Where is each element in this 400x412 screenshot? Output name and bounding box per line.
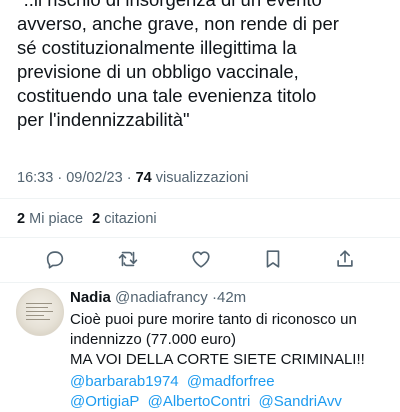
quote-line: previsione di un obbligo vaccinale,	[17, 61, 299, 82]
mention-line: @barbarab1974 @madforfree	[70, 372, 400, 392]
retweet-button[interactable]	[117, 248, 141, 272]
quotes-stat[interactable]: 2 citazioni	[92, 211, 157, 227]
quotes-count: 2	[92, 211, 101, 227]
views-label: visualizzazioni	[155, 170, 249, 186]
quote-line: costituendo una tale evenienza titolo	[17, 85, 317, 106]
mention-link[interactable]: @barbarab1974	[70, 373, 179, 390]
share-icon	[337, 250, 353, 267]
share-button[interactable]	[334, 248, 358, 272]
mention-link[interactable]: @OrtigiaP	[70, 393, 139, 410]
quote-line: per l'indennizzabilità"	[17, 109, 190, 130]
reply-button[interactable]	[44, 248, 68, 272]
tweet-meta: 16:33 · 09/02/23 · 74 visualizzazioni	[17, 170, 248, 186]
reply-line: Cioè puoi pure morire tanto di riconosco…	[70, 311, 357, 328]
quote-line: avverso, anche grave, non rende di per	[17, 13, 339, 34]
reply-line: indennizzo (77.000 euro)	[70, 331, 236, 348]
mention-link[interactable]: @madforfree	[187, 373, 275, 390]
divider	[0, 198, 400, 199]
quoted-text: "..il rischio di insorgenza di un evento…	[17, 0, 393, 132]
meta-separator: ·	[57, 170, 63, 186]
mention-link[interactable]: @SandriAvv	[259, 393, 342, 410]
meta-separator: ·	[126, 170, 132, 186]
reply-text: Cioè puoi pure morire tanto di riconosco…	[70, 310, 395, 370]
tweet-date[interactable]: 09/02/23	[66, 170, 122, 186]
mention-line: @OrtigiaP @AlbertoContri @SandriAvv	[70, 392, 400, 412]
tweet-time[interactable]: 16:33	[17, 170, 53, 186]
reply-tweet[interactable]: Nadia @nadiafrancy ·42m Cioè puoi pure m…	[0, 282, 400, 410]
reply-line: MA VOI DELLA CORTE SIETE CRIMINALI!!	[70, 351, 365, 368]
reply-author-handle[interactable]: @nadiafrancy	[115, 289, 208, 306]
mention-link[interactable]: @AlbertoContri	[148, 393, 251, 410]
bookmark-button[interactable]	[262, 248, 286, 272]
quotes-label: citazioni	[104, 211, 157, 227]
like-button[interactable]	[190, 248, 214, 272]
quote-line: "..il rischio di insorgenza di un evento	[17, 0, 393, 12]
likes-stat[interactable]: 2 Mi piace	[17, 211, 83, 227]
likes-count: 2	[17, 211, 26, 227]
tweet-actions	[0, 248, 400, 276]
tweet-stats: 2 Mi piace 2 citazioni	[17, 211, 157, 227]
retweet-icon	[118, 251, 138, 267]
quote-line: sé costituzionalmente illegittima la	[17, 37, 297, 58]
divider	[0, 237, 400, 238]
reply-time[interactable]: 42m	[217, 289, 246, 306]
reply-mentions: @barbarab1974 @madforfree @OrtigiaP @Alb…	[70, 372, 400, 412]
reply-header: Nadia @nadiafrancy ·42m	[70, 289, 246, 306]
like-icon	[192, 251, 210, 268]
reply-icon	[46, 251, 64, 269]
bookmark-icon	[266, 250, 280, 268]
avatar[interactable]	[16, 288, 64, 336]
likes-label: Mi piace	[29, 211, 84, 227]
reply-author-name[interactable]: Nadia	[70, 289, 111, 306]
views-count: 74	[135, 170, 152, 186]
